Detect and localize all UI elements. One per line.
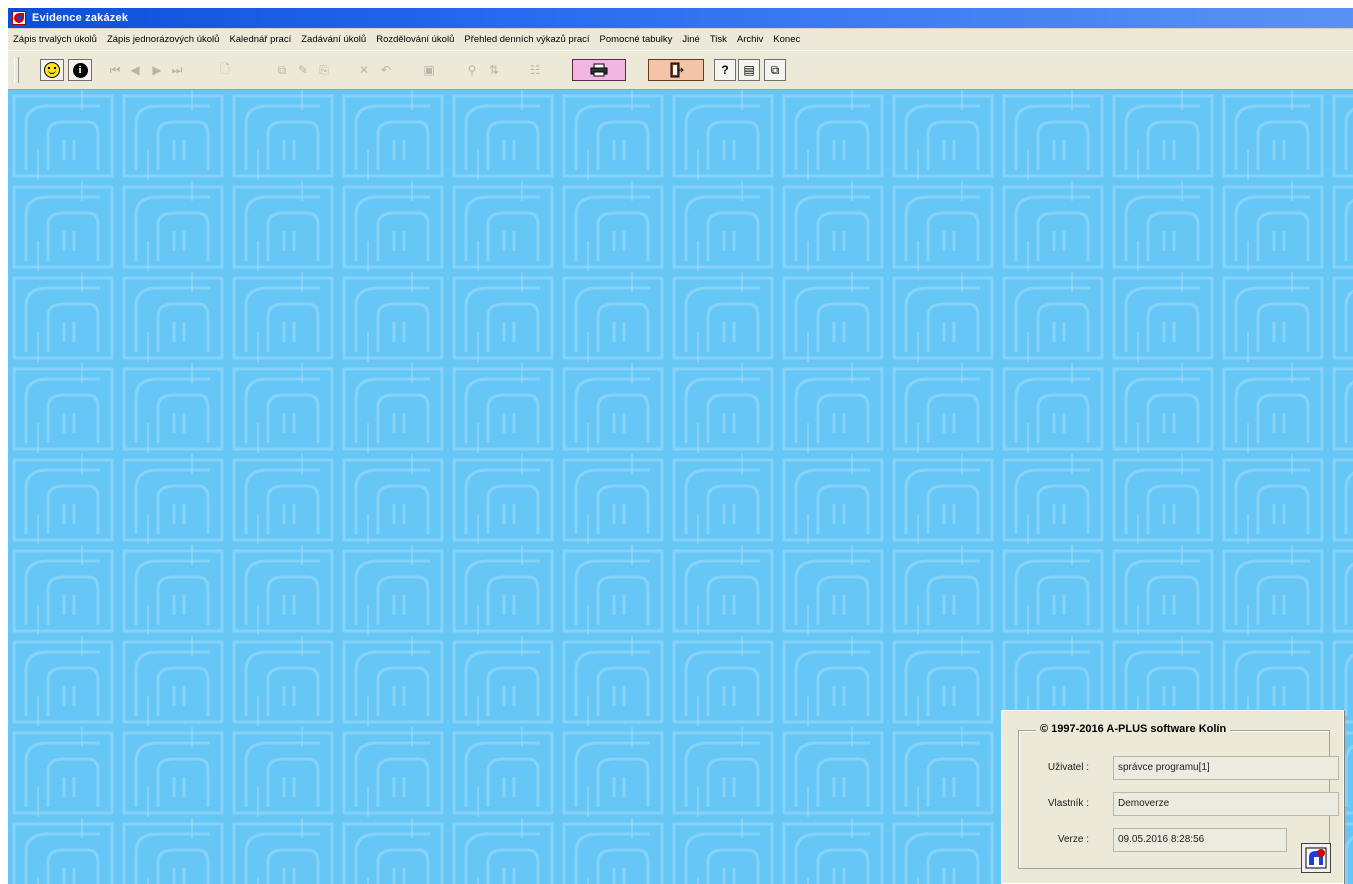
user-row: Uživatel : správce programu[1]	[1019, 756, 1339, 780]
key-icon: ?	[721, 63, 729, 77]
filter-button[interactable]: ☷	[524, 59, 546, 81]
info-icon: i	[72, 62, 88, 78]
new-record-button[interactable]: 🗋	[208, 59, 242, 81]
edit-icon: ✎	[297, 63, 309, 77]
first-record-icon: ⏮	[109, 62, 121, 77]
filter-icon: ☷	[529, 63, 541, 77]
notes-button[interactable]: ▤	[738, 59, 760, 81]
version-label: Verze :	[1057, 834, 1089, 845]
owner-row: Vlastník : Demoverze	[1019, 792, 1339, 816]
about-groupbox: Uživatel : správce programu[1] Vlastník …	[1018, 730, 1339, 873]
owner-field: Demoverze	[1113, 792, 1339, 816]
app-window: Evidence zakázek Zápis trvalých úkolů Zá…	[8, 8, 1353, 884]
smiley-icon	[44, 62, 60, 78]
menu-item-konec[interactable]: Konec	[768, 34, 805, 45]
app-logo-icon	[12, 11, 26, 25]
version-field: 09.05.2016 8:28:56	[1113, 828, 1287, 852]
aplus-logo-icon	[1305, 847, 1327, 869]
find-icon: ⚲	[467, 63, 477, 77]
paste-button[interactable]: ⎘	[314, 59, 334, 81]
windows-button[interactable]: ⧉	[764, 59, 786, 81]
undo-icon: ↶	[380, 63, 392, 77]
menu-item-zadavani-ukolu[interactable]: Zadávání úkolů	[296, 34, 371, 45]
about-heading: © 1997-2016 A-PLUS software Kolín	[1036, 723, 1231, 735]
menu-bar: Zápis trvalých úkolů Zápis jednorázových…	[8, 29, 1353, 51]
version-row: Verze : 09.05.2016 8:28:56	[1019, 828, 1329, 852]
owner-label: Vlastník :	[1047, 798, 1089, 809]
key-button[interactable]: ?	[714, 59, 736, 81]
undo-button[interactable]: ↶	[376, 59, 396, 81]
sort-icon: ⇅	[488, 63, 500, 77]
menu-item-trvale-ukoly[interactable]: Zápis trvalých úkolů	[8, 34, 102, 45]
next-record-icon: ▶	[152, 63, 162, 77]
title-bar[interactable]: Evidence zakázek	[8, 8, 1353, 28]
last-record-icon: ⏭	[171, 62, 183, 77]
menu-item-kalendar[interactable]: Kalednář prací	[224, 34, 296, 45]
copy-icon: ⧉	[277, 62, 287, 77]
aplus-logo-button[interactable]	[1301, 843, 1331, 873]
windows-icon: ⧉	[770, 62, 780, 77]
delete-icon: ✕	[358, 63, 370, 77]
user-field: správce programu[1]	[1113, 756, 1339, 780]
paste-icon: ⎘	[319, 62, 329, 77]
menu-item-jine[interactable]: Jiné	[677, 34, 704, 45]
user-label: Uživatel :	[1047, 762, 1089, 773]
menu-item-rozdelovani-ukolu[interactable]: Rozdělování úkolů	[371, 34, 459, 45]
prev-record-button[interactable]: ◀	[126, 59, 144, 81]
edit-button[interactable]: ✎	[293, 59, 313, 81]
delete-button[interactable]: ✕	[354, 59, 374, 81]
menu-item-archiv[interactable]: Archiv	[732, 34, 768, 45]
prev-record-icon: ◀	[130, 63, 140, 77]
exit-button[interactable]	[648, 59, 704, 81]
notes-icon: ▤	[743, 63, 755, 77]
info-button[interactable]: i	[68, 59, 92, 81]
smiley-button[interactable]	[40, 59, 64, 81]
print-button[interactable]	[572, 59, 626, 81]
last-record-button[interactable]: ⏭	[168, 59, 186, 81]
save-button[interactable]: ▣	[416, 59, 442, 81]
sort-button[interactable]: ⇅	[484, 59, 504, 81]
exit-icon	[670, 62, 684, 78]
next-record-button[interactable]: ▶	[148, 59, 166, 81]
find-button[interactable]: ⚲	[462, 59, 482, 81]
print-icon	[590, 63, 608, 77]
menu-item-jednorazove-ukoly[interactable]: Zápis jednorázových úkolů	[102, 34, 224, 45]
new-record-icon: 🗋	[220, 61, 230, 76]
toolbar-grip[interactable]	[14, 57, 19, 83]
window-title: Evidence zakázek	[32, 12, 129, 24]
menu-item-tisk[interactable]: Tisk	[705, 34, 732, 45]
menu-item-prehled-vykazu[interactable]: Přehled denních výkazů prací	[459, 34, 594, 45]
first-record-button[interactable]: ⏮	[106, 59, 124, 81]
save-icon: ▣	[423, 63, 435, 77]
toolbar: i ⏮ ◀ ▶ ⏭ 🗋 ⧉ ✎ ⎘ ✕ ↶ ▣ ⚲ ⇅ ☷ ? ▤ ⧉	[8, 51, 1353, 90]
about-panel: Uživatel : správce programu[1] Vlastník …	[1001, 710, 1344, 884]
copy-button[interactable]: ⧉	[272, 59, 292, 81]
menu-item-pomocne-tabulky[interactable]: Pomocné tabulky	[595, 34, 678, 45]
